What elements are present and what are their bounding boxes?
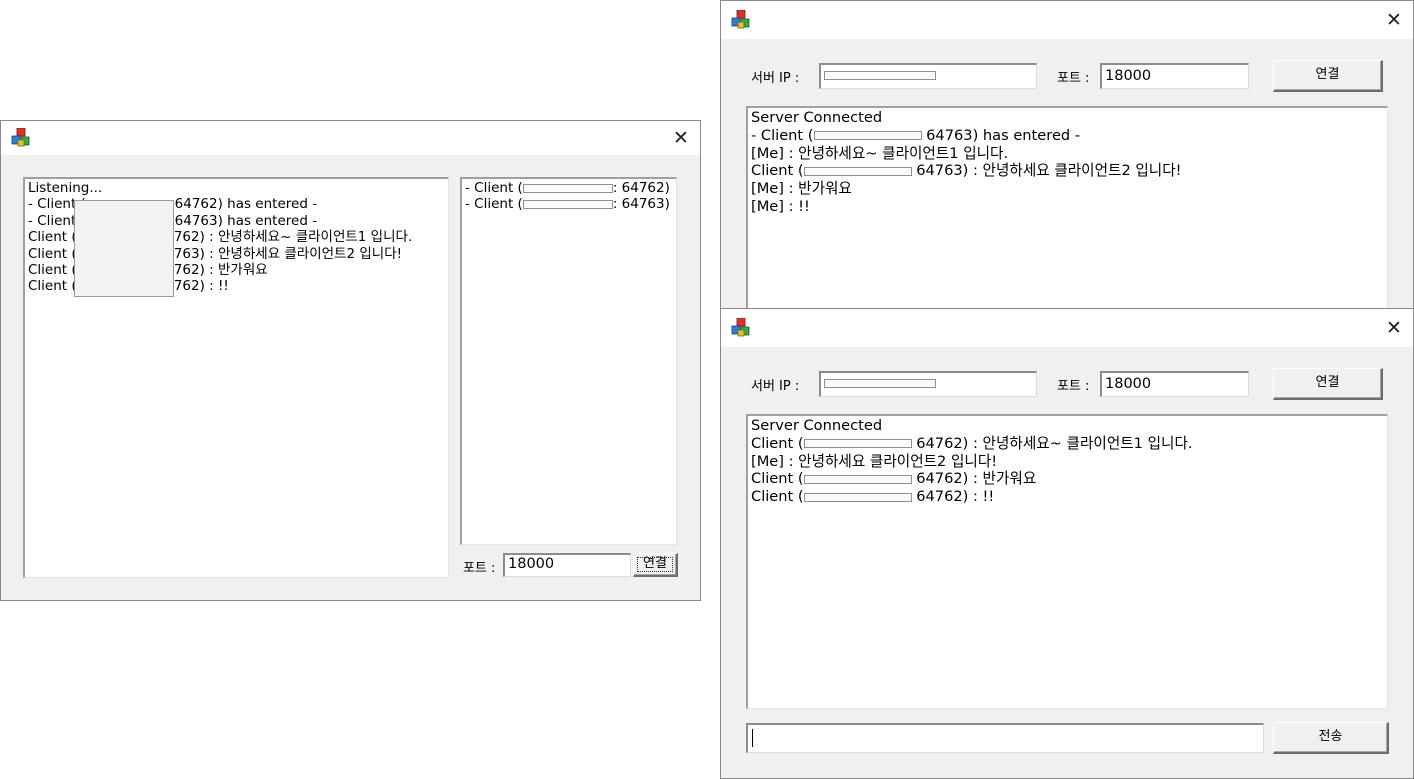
connect-button-label: 연결 bbox=[1315, 67, 1340, 82]
redacted-ip bbox=[522, 183, 613, 193]
log-line-prefix: Client ( bbox=[751, 434, 804, 452]
log-line-suffix: : 64762) bbox=[612, 180, 670, 196]
message-input[interactable] bbox=[746, 723, 1264, 753]
log-line: - Client ( 64763) has entered - bbox=[751, 127, 1384, 145]
close-icon[interactable]: ✕ bbox=[670, 127, 692, 149]
log-line-suffix: 64763) has entered - bbox=[921, 126, 1081, 144]
log-line: Client ( 64762) : 안녕하세요~ 클라이언트1 입니다. bbox=[751, 435, 1384, 453]
port-label: 포트 : bbox=[1057, 379, 1090, 394]
client1-log: Server Connected - Client ( 64763) has en… bbox=[748, 108, 1387, 217]
log-line-suffix: 64762) : 안녕하세요~ 클라이언트1 입니다. bbox=[156, 229, 413, 246]
log-line-prefix: Client ( bbox=[751, 162, 804, 180]
port-value: 18000 bbox=[1105, 68, 1152, 84]
log-line: - Client ( : 64763) bbox=[465, 196, 673, 212]
log-line: [Me] : 안녕하세요 클라이언트2 입니다! bbox=[751, 453, 1384, 471]
connect-button[interactable]: 연결 bbox=[1273, 368, 1383, 400]
port-field[interactable]: 18000 bbox=[503, 553, 631, 577]
client1-log-listbox[interactable]: Server Connected - Client ( 64763) has en… bbox=[746, 106, 1388, 321]
log-line-suffix: 64762) : 반가워요 bbox=[911, 470, 1037, 488]
log-line-suffix: 64762) : !! bbox=[911, 488, 995, 506]
client2-titlebar[interactable]: ✕ bbox=[721, 309, 1413, 347]
log-line: [Me] : 안녕하세요~ 클라이언트1 입니다. bbox=[751, 145, 1384, 163]
client2-log: Server Connected Client ( 64762) : 안녕하세요~… bbox=[748, 416, 1387, 507]
log-line-text: Listening... bbox=[28, 180, 103, 196]
log-line-text: Server Connected bbox=[751, 417, 883, 434]
port-field[interactable]: 18000 bbox=[1100, 371, 1249, 397]
focus-rect bbox=[637, 557, 673, 572]
log-line-text: Server Connected bbox=[751, 109, 883, 126]
client-list: - Client ( : 64762) - Client ( : 64763) bbox=[462, 179, 676, 214]
close-icon[interactable]: ✕ bbox=[1383, 317, 1405, 339]
log-line-text: [Me] : 안녕하세요 클라이언트2 입니다! bbox=[751, 452, 998, 470]
app-cubes-icon bbox=[11, 128, 30, 147]
server-ip-field[interactable] bbox=[819, 371, 1037, 397]
log-line: Server Connected bbox=[751, 417, 1384, 435]
redacted-ip bbox=[813, 131, 922, 141]
client1-titlebar[interactable]: ✕ bbox=[721, 1, 1413, 39]
client-list-listbox[interactable]: - Client ( : 64762) - Client ( : 64763) bbox=[460, 177, 677, 545]
client1-window: ✕ 서버 IP : 포트 : 18000 연결 Server Connected… bbox=[720, 0, 1414, 321]
log-line-suffix: 64762) : 안녕하세요~ 클라이언트1 입니다. bbox=[911, 434, 1193, 452]
log-line-prefix: - Client ( bbox=[465, 180, 523, 196]
send-button[interactable]: 전송 bbox=[1273, 722, 1389, 754]
app-cubes-icon bbox=[731, 10, 750, 29]
text-caret bbox=[752, 729, 753, 747]
log-line-text: [Me] : !! bbox=[751, 197, 810, 215]
redacted-ip-mask bbox=[74, 200, 174, 297]
port-value: 18000 bbox=[508, 556, 555, 572]
log-line-text: [Me] : 안녕하세요~ 클라이언트1 입니다. bbox=[751, 144, 1009, 162]
connect-button-label: 연결 bbox=[1315, 375, 1340, 390]
close-icon[interactable]: ✕ bbox=[1383, 9, 1405, 31]
client2-window: ✕ 서버 IP : 포트 : 18000 연결 Server Connected… bbox=[720, 308, 1414, 779]
port-label: 포트 : bbox=[463, 561, 496, 576]
log-line-prefix: Client ( bbox=[28, 245, 77, 262]
server-titlebar[interactable]: ✕ bbox=[1, 121, 700, 155]
log-line: Client ( 64762) : 반가워요 bbox=[751, 470, 1384, 488]
connect-button[interactable]: 연결 bbox=[1273, 60, 1383, 92]
redacted-ip bbox=[522, 199, 613, 209]
port-field[interactable]: 18000 bbox=[1100, 63, 1249, 89]
server-ip-field[interactable] bbox=[819, 63, 1037, 89]
redacted-ip bbox=[803, 439, 912, 449]
server-window: ✕ Listening... - Client (: 64762) has ent… bbox=[0, 120, 701, 601]
redacted-ip bbox=[803, 474, 912, 484]
connect-button[interactable]: 연결 bbox=[633, 553, 678, 577]
log-line-prefix: - Client ( bbox=[465, 196, 523, 213]
log-line: Listening... bbox=[28, 180, 445, 196]
log-line-suffix: : 64762) has entered - bbox=[165, 196, 318, 213]
log-line-prefix: - Client ( bbox=[751, 126, 814, 144]
log-line-text: [Me] : 반가워요 bbox=[751, 180, 852, 198]
log-line-prefix: Client ( bbox=[751, 488, 804, 506]
log-line: Client ( 64762) : !! bbox=[751, 488, 1384, 506]
redacted-ip bbox=[824, 71, 936, 80]
log-line-suffix: 64763) : 안녕하세요 클라이언트2 입니다! bbox=[156, 245, 403, 262]
log-line-prefix: Client ( bbox=[28, 229, 77, 246]
log-line: Server Connected bbox=[751, 109, 1384, 127]
server-ip-label: 서버 IP : bbox=[751, 71, 800, 86]
log-line-prefix: Client ( bbox=[751, 470, 804, 488]
server-ip-label: 서버 IP : bbox=[751, 379, 800, 394]
redacted-ip bbox=[803, 492, 912, 502]
port-label: 포트 : bbox=[1057, 71, 1090, 86]
log-line: [Me] : 반가워요 bbox=[751, 180, 1384, 198]
log-line-suffix: : 64763) bbox=[612, 196, 670, 213]
log-line-prefix: Client ( bbox=[28, 278, 77, 295]
server-log-listbox[interactable]: Listening... - Client (: 64762) has enter… bbox=[23, 177, 449, 578]
redacted-ip bbox=[824, 379, 936, 388]
log-line-suffix: : 64763) has entered - bbox=[165, 212, 318, 229]
app-cubes-icon bbox=[731, 318, 750, 337]
redacted-ip bbox=[803, 166, 912, 176]
log-line: - Client ( : 64762) bbox=[465, 180, 673, 196]
send-button-label: 전송 bbox=[1318, 729, 1343, 744]
port-value: 18000 bbox=[1105, 376, 1152, 392]
log-line-suffix: 64763) : 안녕하세요 클라이언트2 입니다! bbox=[911, 162, 1182, 180]
log-line-prefix: Client ( bbox=[28, 262, 77, 279]
log-line: [Me] : !! bbox=[751, 198, 1384, 216]
log-line: Client ( 64763) : 안녕하세요 클라이언트2 입니다! bbox=[751, 162, 1384, 180]
client2-log-listbox[interactable]: Server Connected Client ( 64762) : 안녕하세요~… bbox=[746, 414, 1388, 709]
